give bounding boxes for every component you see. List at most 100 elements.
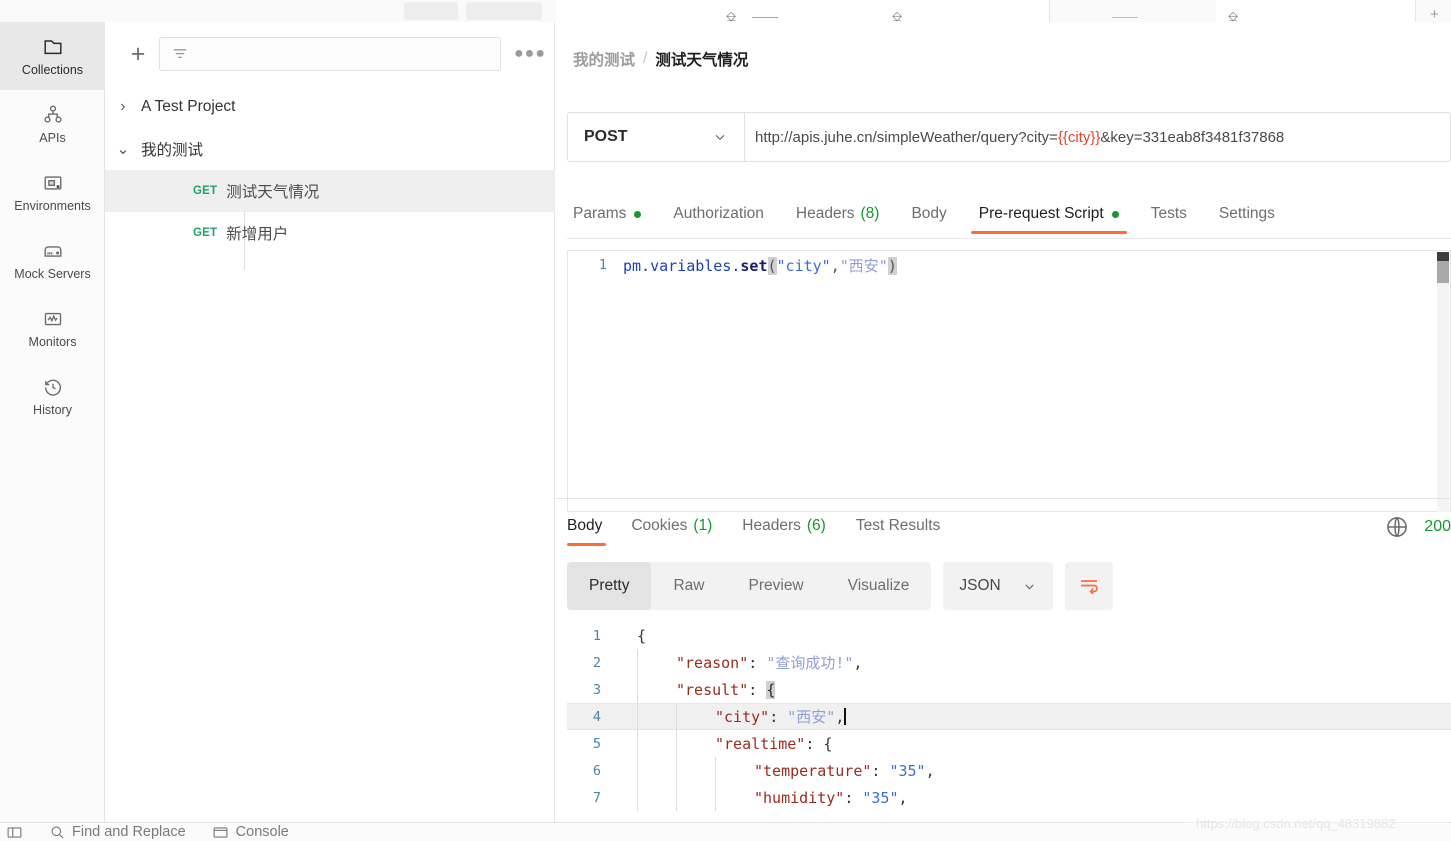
response-body-line: 3 "result": { <box>567 676 1451 703</box>
top-tab-c[interactable] <box>1216 0 1416 22</box>
monitors-icon <box>44 312 61 325</box>
tab-settings[interactable]: Settings <box>1203 190 1291 238</box>
code-token: , <box>925 761 935 780</box>
code-token: : <box>871 761 890 780</box>
url-variable: {{city}} <box>1057 128 1101 146</box>
tab-label: Cookies <box>631 517 688 534</box>
editor-scrollbar[interactable] <box>1437 252 1449 512</box>
tab-params[interactable]: Params <box>567 190 657 238</box>
code-token: "查询成功!" <box>766 654 854 672</box>
filter-icon <box>173 49 187 58</box>
find-and-replace-button[interactable]: Find and Replace <box>49 824 186 840</box>
collections-panel: + ●●● › A Test Project ⌄ 我的测试 GET 测试天气情况… <box>105 22 555 822</box>
code-token: "35" <box>862 788 899 807</box>
line-number: 6 <box>592 762 601 779</box>
top-strip-button-a[interactable] <box>404 2 458 20</box>
code-comma: , <box>830 256 840 275</box>
tab-pre-request-script[interactable]: Pre-request Script <box>963 190 1135 238</box>
code-token: "realtime" <box>715 734 806 753</box>
collections-more-button[interactable]: ●●● <box>511 45 549 63</box>
top-tab-active[interactable] <box>556 0 1050 22</box>
code-token: { <box>637 626 647 645</box>
language-select[interactable]: JSON <box>943 562 1054 610</box>
console-button[interactable]: Console <box>212 824 289 841</box>
code-token: : <box>748 654 767 672</box>
console-label: Console <box>235 824 289 840</box>
editor-scrollbar-thumb-secondary[interactable] <box>1437 261 1449 283</box>
rail-label-monitors: Monitors <box>28 334 77 349</box>
chevron-down-icon[interactable]: ⌄ <box>105 140 141 159</box>
response-tab-body[interactable]: Body <box>567 504 616 548</box>
rail-item-environments[interactable]: Environments <box>0 158 105 226</box>
tab-label: Test Results <box>855 517 941 534</box>
response-body-line: 7 "humidity": "35", <box>567 784 1451 811</box>
indent-guide <box>637 730 638 757</box>
rail-item-monitors[interactable]: Monitors <box>0 294 105 362</box>
collections-icon <box>43 39 62 54</box>
language-value: JSON <box>959 577 1001 594</box>
tab-label: Body <box>567 517 603 534</box>
line-number: 4 <box>592 708 601 725</box>
tab-headers[interactable]: Headers (8) <box>780 190 896 238</box>
status-code: 200 <box>1424 518 1451 535</box>
line-content: "reason": "查询成功!", <box>619 652 862 673</box>
format-visualize[interactable]: Visualize <box>826 562 932 610</box>
format-raw[interactable]: Raw <box>651 562 726 610</box>
search-icon <box>51 826 64 839</box>
tree-request-weather[interactable]: GET 测试天气情况 <box>105 170 555 212</box>
format-preview[interactable]: Preview <box>727 562 826 610</box>
code-content: pm.variables.set("city","西安") <box>623 255 897 276</box>
response-tab-headers[interactable]: Headers (6) <box>727 504 841 548</box>
chevron-right-icon[interactable]: › <box>105 98 141 116</box>
wrap-lines-button[interactable] <box>1065 562 1114 610</box>
indent-guide <box>637 784 638 811</box>
code-arg1: "city" <box>776 256 831 275</box>
url-text: http://apis.juhe.cn/simpleWeather/query?… <box>755 129 1284 146</box>
response-body-line: 5 "realtime": { <box>567 730 1451 757</box>
tab-tests[interactable]: Tests <box>1135 190 1203 238</box>
line-content: "temperature": "35", <box>619 762 935 780</box>
filter-input[interactable] <box>159 37 501 71</box>
globe-icon[interactable] <box>1384 514 1410 540</box>
rail-item-mock-servers[interactable]: Mock Servers <box>0 226 105 294</box>
rail-label-apis: APIs <box>39 130 66 145</box>
tab-count: (8) <box>860 205 880 222</box>
pre-request-script-editor[interactable]: 1 pm.variables.set("city","西安") <box>567 250 1451 512</box>
tree-folder-a-test-project[interactable]: › A Test Project <box>105 86 555 128</box>
request-tabs: Params Authorization Headers (8) Body Pre… <box>567 190 1451 240</box>
response-tab-test-results[interactable]: Test Results <box>841 504 955 548</box>
sidebar-toggle-button[interactable] <box>6 824 23 841</box>
editor-scrollbar-thumb[interactable] <box>1437 252 1449 261</box>
request-label: 测试天气情况 <box>226 184 320 201</box>
response-status-group: 200 <box>1384 514 1451 540</box>
breadcrumb: 我的测试 / 测试天气情况 <box>573 48 748 70</box>
indent-guide <box>715 757 716 784</box>
rail-item-history[interactable]: History <box>0 362 105 430</box>
method-select[interactable]: POST <box>567 112 745 162</box>
breadcrumb-parent[interactable]: 我的测试 <box>573 48 635 70</box>
tree-folder-my-test[interactable]: ⌄ 我的测试 <box>105 128 555 170</box>
response-body-viewer[interactable]: 1{2 "reason": "查询成功!", 3 "result": {4 "city"… <box>567 622 1451 822</box>
rail-label-environments: Environments <box>14 198 91 213</box>
watermark: https://blog.csdn.net/qq_48319882 <box>1196 816 1396 831</box>
response-divider <box>555 498 1451 499</box>
chevron-down-icon <box>715 134 725 141</box>
format-pretty[interactable]: Pretty <box>567 562 652 610</box>
response-body-line: 1{ <box>567 622 1451 649</box>
rail-item-collections[interactable]: Collections <box>0 22 105 90</box>
rail-item-apis[interactable]: APIs <box>0 90 105 158</box>
left-rail: Collections APIs Environments Mock Serve… <box>0 22 105 841</box>
tree-request-add-user[interactable]: GET 新增用户 <box>105 212 555 254</box>
url-input[interactable]: http://apis.juhe.cn/simpleWeather/query?… <box>745 112 1451 162</box>
top-strip-button-b[interactable] <box>466 2 542 20</box>
indent-guide <box>676 730 677 757</box>
find-and-replace-label: Find and Replace <box>72 824 186 840</box>
tab-count: (6) <box>806 517 826 534</box>
line-number: 5 <box>592 735 601 752</box>
code-object: pm.variables. <box>623 256 741 275</box>
line-number: 1 <box>598 257 607 273</box>
response-tab-cookies[interactable]: Cookies (1) <box>616 504 727 548</box>
tab-authorization[interactable]: Authorization <box>657 190 779 238</box>
new-item-button[interactable]: + <box>121 37 155 71</box>
tab-body[interactable]: Body <box>895 190 962 238</box>
